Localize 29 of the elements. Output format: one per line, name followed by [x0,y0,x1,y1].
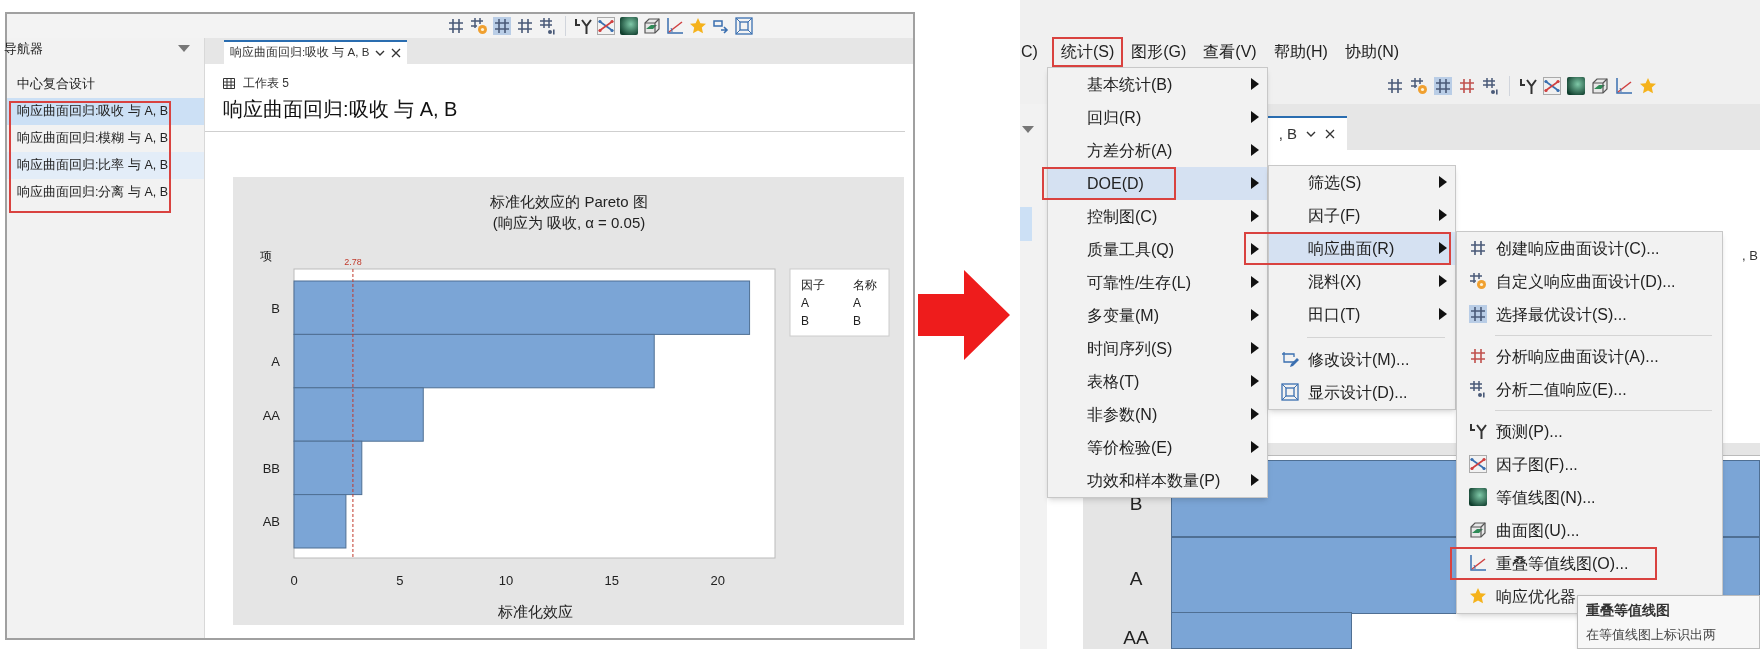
tick-label: 20 [710,573,725,588]
tooltip-title: 重叠等值线图 [1586,601,1671,620]
legend-text: B [801,314,809,328]
axis-label: 项 [260,249,272,263]
chart-subtitle: (响应为 吸收, α = 0.05) [492,214,646,231]
tick-label: 5 [396,573,404,588]
panel-title: 导航器 [4,39,43,58]
tick-label: 0 [290,573,298,588]
legend-text: B [853,314,861,328]
tick-label: AA [1122,626,1150,649]
legend-text: 名称 [853,278,877,292]
tick-label: BB [262,460,280,476]
tick-label: A [271,354,280,370]
legend-text: A [801,296,809,310]
legend-text: 因子 [801,278,825,292]
reference-label: 2.78 [344,257,362,267]
document-title: 响应曲面回归:吸收 与 A, B [223,97,459,122]
cut-text: , B [1742,247,1758,265]
tick-label: 10 [498,573,514,588]
tick-label: B [271,300,280,316]
tick-label: A [1128,567,1144,591]
tooltip-text: 在等值线图上标识出两 [1586,626,1717,644]
legend-text: A [853,296,861,310]
axis-label: 标准化效应 [498,603,574,620]
tick-label: 15 [604,573,620,588]
worksheet-label: 工作表 5 [243,75,289,92]
tick-label: AA [262,407,280,423]
chart-title: 标准化效应的 Pareto 图 [490,193,648,210]
tick-label: AB [262,514,280,530]
